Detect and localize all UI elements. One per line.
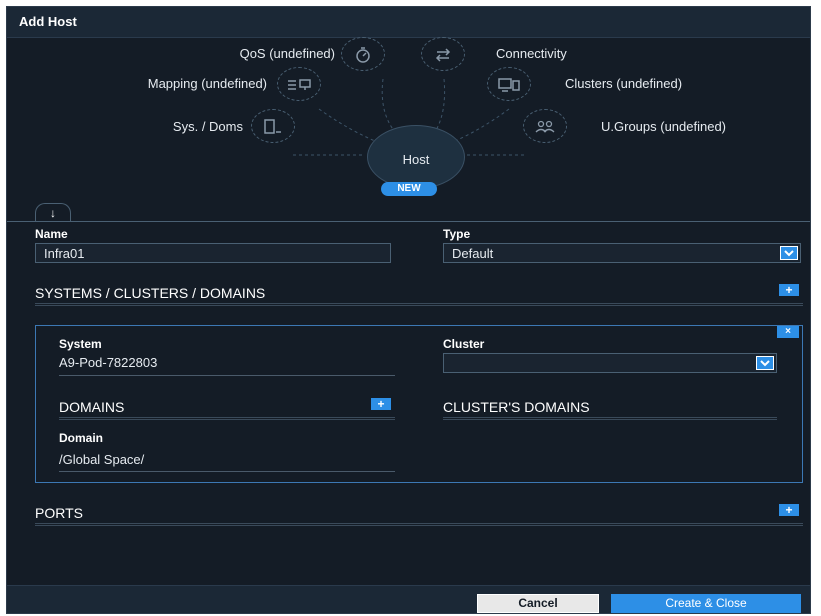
domains-rule <box>59 417 395 420</box>
type-label: Type <box>443 227 471 241</box>
ports-section-rule <box>35 523 803 526</box>
ports-section-title: PORTS <box>35 505 83 521</box>
mapping-icon[interactable] <box>277 67 321 101</box>
add-port-button[interactable]: + <box>779 504 799 516</box>
domains-title: DOMAINS <box>59 399 125 415</box>
collapse-tab-arrow-icon[interactable]: ↓ <box>35 203 71 222</box>
chevron-down-icon[interactable] <box>756 356 774 370</box>
domain-value: /Global Space/ <box>59 452 145 467</box>
create-close-button[interactable]: Create & Close <box>611 594 801 613</box>
tab-divider <box>7 221 810 222</box>
server-icon[interactable] <box>251 109 295 143</box>
system-label: System <box>59 337 102 351</box>
host-hub-center: Host <box>367 125 465 189</box>
domain-underline <box>59 471 395 472</box>
cluster-select[interactable] <box>443 353 777 373</box>
remove-system-button[interactable]: × <box>777 326 799 338</box>
cluster-label: Cluster <box>443 337 485 351</box>
type-select-value: Default <box>452 246 494 261</box>
add-host-dialog: Add Host QoS (undefined) Connectivity Ma… <box>6 6 811 614</box>
system-underline <box>59 375 395 376</box>
monitor-icon[interactable] <box>487 67 531 101</box>
cluster-domains-title: CLUSTER'S DOMAINS <box>443 399 590 415</box>
users-icon[interactable] <box>523 109 567 143</box>
swap-arrows-icon[interactable] <box>421 37 465 71</box>
domain-label: Domain <box>59 431 104 445</box>
clusters-label[interactable]: Clusters (undefined) <box>565 76 682 91</box>
new-badge: NEW <box>381 182 437 196</box>
add-domain-button[interactable]: + <box>371 398 391 410</box>
sysdoms-label[interactable]: Sys. / Doms <box>107 119 243 134</box>
cancel-button[interactable]: Cancel <box>477 594 599 613</box>
cluster-domains-rule <box>443 417 777 420</box>
add-system-button[interactable]: + <box>779 284 799 296</box>
ugroups-label[interactable]: U.Groups (undefined) <box>601 119 726 134</box>
name-input[interactable]: Infra01 <box>35 243 391 263</box>
systems-section-rule <box>35 303 803 306</box>
systems-section-title: SYSTEMS / CLUSTERS / DOMAINS <box>35 285 266 301</box>
host-label: Host <box>402 152 430 167</box>
name-label: Name <box>35 227 68 241</box>
mapping-label[interactable]: Mapping (undefined) <box>67 76 267 91</box>
system-value: A9-Pod-7822803 <box>59 355 158 370</box>
dialog-titlebar: Add Host <box>7 7 810 38</box>
stopwatch-icon[interactable] <box>341 37 385 71</box>
chevron-down-icon[interactable] <box>780 246 798 260</box>
connectivity-label[interactable]: Connectivity <box>496 46 567 61</box>
qos-label[interactable]: QoS (undefined) <box>165 46 335 61</box>
type-select[interactable]: Default <box>443 243 801 263</box>
dialog-title: Add Host <box>19 14 77 29</box>
system-panel <box>35 325 803 483</box>
